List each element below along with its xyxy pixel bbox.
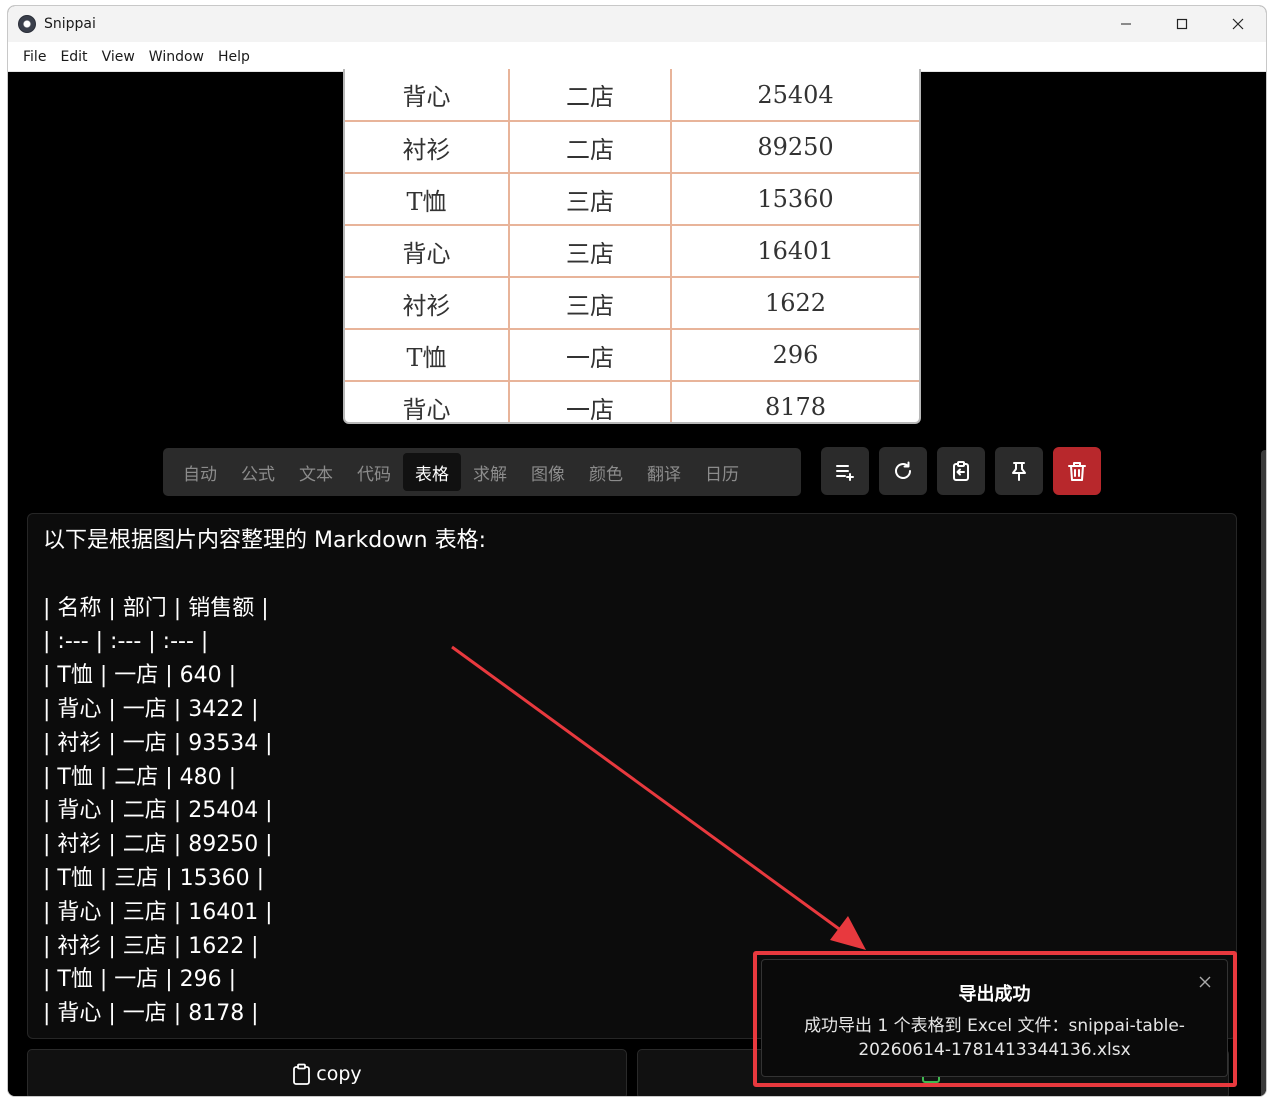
tab-text[interactable]: 文本 [287,453,345,491]
preview-cell: T恤 [345,172,510,226]
paste-button[interactable] [937,447,985,495]
preview-row: T恤 一店 296 [345,328,919,382]
copy-label: copy [316,1063,362,1085]
result-line: | 背心 | 三店 | 16401 | [43,899,273,925]
toast-title: 导出成功 [958,984,1031,1005]
preview-cell: 16401 [670,224,919,278]
tab-color[interactable]: 颜色 [577,453,635,491]
minimize-button[interactable] [1098,6,1154,42]
app-window: Snippai File Edit View Window Help 背心 二店 2… [7,5,1267,1097]
refresh-icon [895,461,911,479]
preview-row: T恤 三店 15360 [345,172,919,226]
result-line: | 名称 | 部门 | 销售额 | [43,595,269,621]
append-icon [836,465,854,481]
append-button[interactable] [821,447,869,495]
menu-view[interactable]: View [95,49,142,65]
preview-cell: 三店 [508,224,672,278]
toast-message: 成功导出 1 个表格到 Excel 文件：snippai-table-20260… [804,1016,1185,1060]
result-line: 以下是根据图片内容整理的 Markdown 表格: [43,528,487,553]
tab-table[interactable]: 表格 [403,453,461,491]
close-icon [1232,18,1244,30]
result-line: | T恤 | 二店 | 480 | [43,764,237,790]
preview-cell: 背心 [345,224,510,278]
tab-image[interactable]: 图像 [519,453,577,491]
tab-auto[interactable]: 自动 [171,453,229,491]
pin-icon [1012,462,1026,481]
menu-bar: File Edit View Window Help [8,42,1266,72]
preview-cell: 二店 [508,69,672,122]
preview-cell: 衬衫 [345,120,510,174]
preview-row: 衬衫 三店 1622 [345,276,919,330]
preview-cell: 二店 [508,120,672,174]
trash-icon [1068,462,1086,481]
refresh-button[interactable] [879,447,927,495]
tab-translate[interactable]: 翻译 [635,453,693,491]
delete-button[interactable] [1053,447,1101,495]
result-line: | T恤 | 三店 | 15360 | [43,865,265,891]
window-title: Snippai [44,16,96,32]
menu-help[interactable]: Help [211,49,257,65]
preview-cell: 三店 [508,276,672,330]
result-line: | 衬衫 | 二店 | 89250 | [43,832,273,858]
tab-solve[interactable]: 求解 [461,453,519,491]
result-line [43,558,1221,592]
window-controls [1098,6,1266,42]
maximize-button[interactable] [1154,6,1210,42]
paste-icon [953,461,969,481]
mode-tabs: 自动 公式 文本 代码 表格 求解 图像 颜色 翻译 日历 [163,448,801,496]
minimize-icon [1121,23,1131,25]
screenshot-preview: 背心 二店 25404 衬衫 二店 89250 T恤 三店 15360 背心 三店 16401 衬衫 三店… [343,69,921,424]
preview-cell: 25404 [670,69,919,122]
menu-file[interactable]: File [16,49,53,65]
maximize-icon [1176,18,1188,30]
tab-calendar[interactable]: 日历 [693,453,751,491]
preview-cell: 1622 [670,276,919,330]
preview-cell: 背心 [345,380,510,422]
preview-cell: 一店 [508,380,672,422]
preview-cell: 衬衫 [345,276,510,330]
result-line: | 背心 | 二店 | 25404 | [43,798,273,824]
preview-row: 背心 二店 25404 [345,69,919,122]
export-toast: 导出成功 成功导出 1 个表格到 Excel 文件：snippai-table-… [761,959,1228,1077]
title-bar: Snippai [8,6,1266,42]
preview-row: 衬衫 二店 89250 [345,120,919,174]
close-button[interactable] [1210,6,1266,42]
preview-row: 背心 一店 8178 [345,380,919,422]
tab-formula[interactable]: 公式 [229,453,287,491]
preview-table: 背心 二店 25404 衬衫 二店 89250 T恤 三店 15360 背心 三店 16401 衬衫 三店… [345,69,919,422]
result-line: | 衬衫 | 一店 | 93534 | [43,730,273,756]
preview-cell: 296 [670,328,919,382]
preview-cell: 15360 [670,172,919,226]
copy-button[interactable]: copy [27,1049,627,1096]
result-line: | T恤 | 一店 | 640 | [43,663,237,689]
result-line: | 背心 | 一店 | 3422 | [43,696,259,722]
app-logo-icon [18,15,36,33]
pin-button[interactable] [995,447,1043,495]
close-icon [1199,976,1211,988]
clipboard-icon [293,1063,311,1085]
preview-cell: 背心 [345,69,510,122]
result-line: | :--- | :--- | :--- | [43,629,209,655]
tab-code[interactable]: 代码 [345,453,403,491]
preview-row: 背心 三店 16401 [345,224,919,278]
toast-close-button[interactable] [1197,974,1213,990]
main-content: 背心 二店 25404 衬衫 二店 89250 T恤 三店 15360 背心 三店 16401 衬衫 三店… [8,69,1266,1096]
scrollbar[interactable] [1261,450,1266,1096]
preview-cell: 一店 [508,328,672,382]
preview-cell: 89250 [670,120,919,174]
preview-cell: 三店 [508,172,672,226]
menu-edit[interactable]: Edit [53,49,94,65]
menu-window[interactable]: Window [142,49,211,65]
preview-cell: T恤 [345,328,510,382]
preview-cell: 8178 [670,380,919,422]
